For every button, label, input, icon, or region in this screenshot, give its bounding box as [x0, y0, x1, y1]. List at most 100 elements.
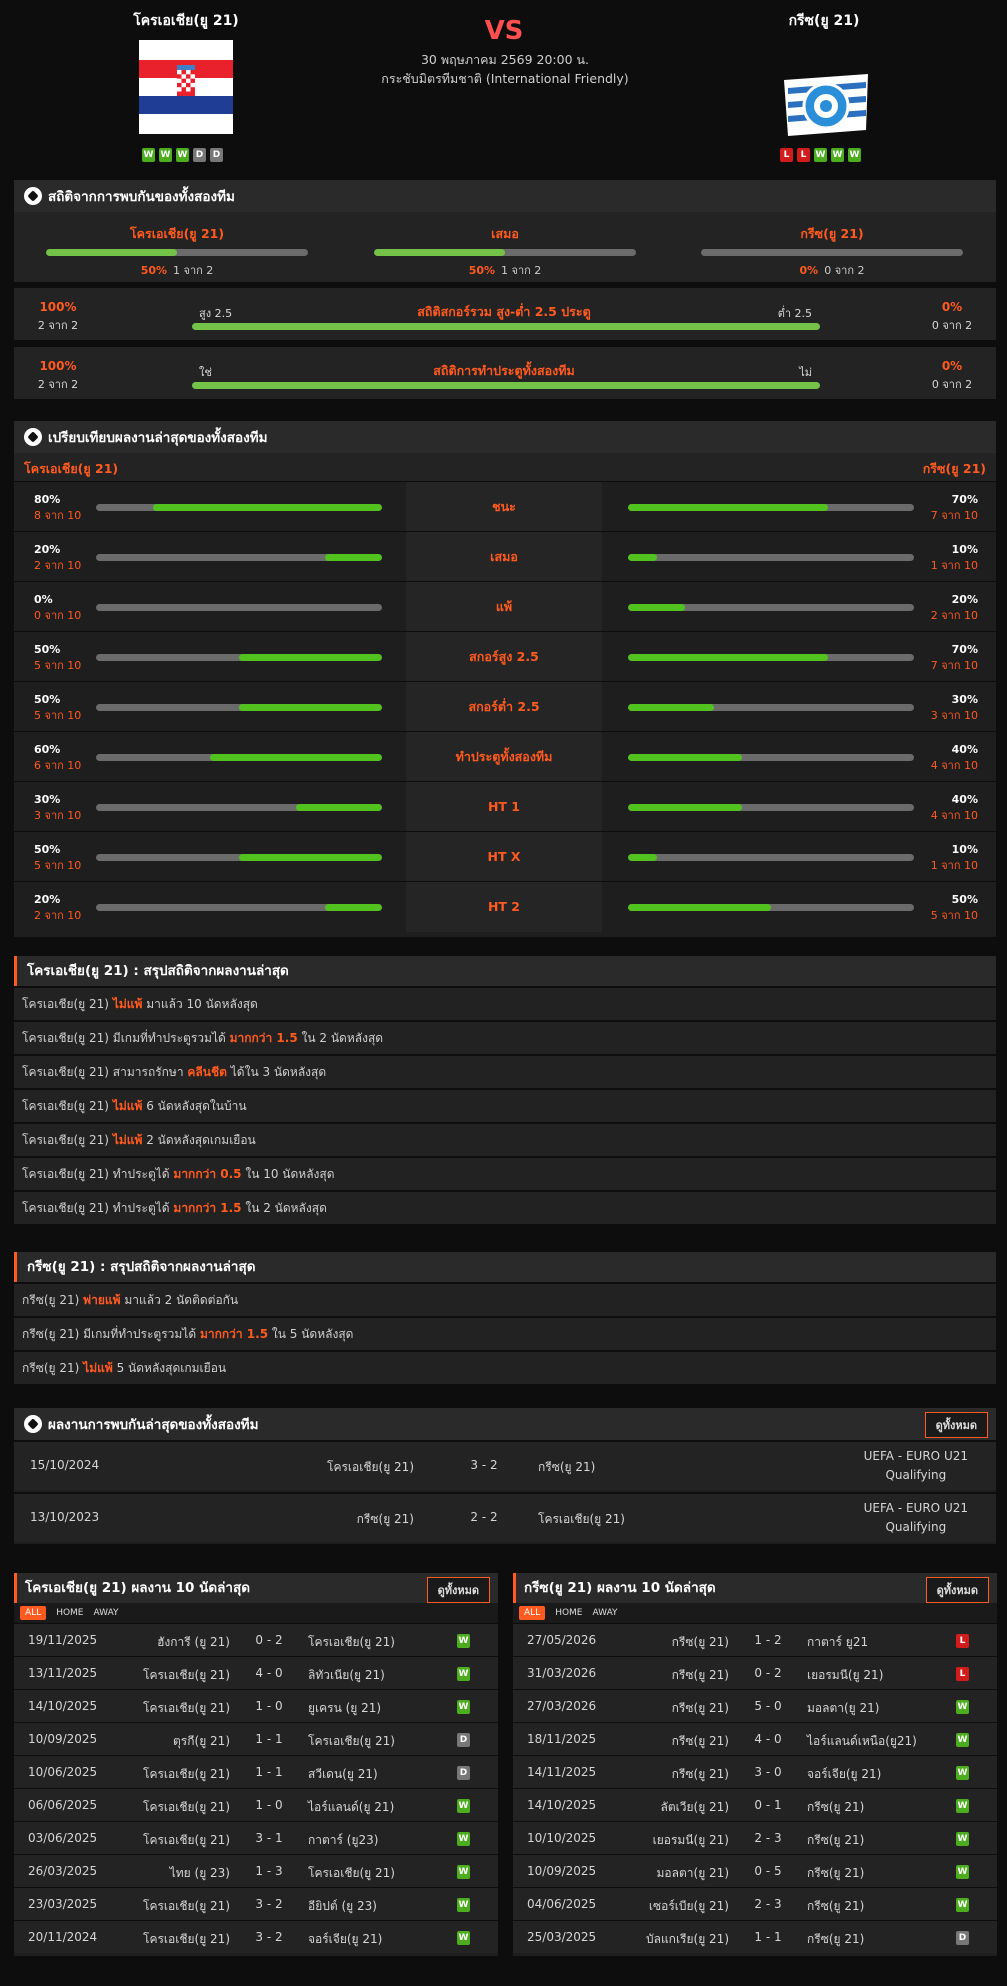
match-row[interactable]: 31/03/2026 กรีซ(ยู 21) 0 - 2 เยอรมนี(ยู 21)…: [513, 1656, 997, 1689]
h2h-competition-stage: Qualifying: [885, 1468, 947, 1482]
match-away-team: กรีซ(ยู 21): [807, 1932, 865, 1946]
tab-all[interactable]: ALL: [20, 1606, 47, 1620]
summary-highlight: มากกว่า 1.5: [173, 1201, 242, 1215]
form-badge: W: [142, 148, 155, 162]
h2h-away-count: 0 จาก 2: [824, 264, 865, 277]
match-row[interactable]: 10/09/2025 มอลตา(ยู 21) 0 - 5 กรีซ(ยู 21) W: [513, 1854, 997, 1887]
summary-text: กรีซ(ยู 21) มีเกมที่ทำประตูรวมได้: [22, 1327, 197, 1341]
form-badge: W: [814, 148, 827, 162]
home-recent-view-all-button[interactable]: ดูทั้งหมด: [426, 1577, 490, 1603]
compare-away-value: 10% 1 จาก 10: [931, 842, 978, 874]
summary-suffix: ใน 2 นัดหลังสุด: [301, 1031, 384, 1045]
summary-highlight: พ่ายแพ้: [83, 1293, 121, 1307]
match-row[interactable]: 27/03/2026 กรีซ(ยู 21) 5 - 0 มอลตา(ยู 21) W: [513, 1689, 997, 1722]
compare-home-count: 2 จาก 10: [34, 559, 82, 572]
match-away-team: โครเอเชีย(ยู 21): [308, 1866, 395, 1880]
compare-home-name: โครเอเชีย(ยู 21): [24, 461, 119, 476]
summary-suffix: ได้ใน 3 นัดหลังสุด: [230, 1065, 327, 1079]
summary-suffix: มาแล้ว 10 นัดหลังสุด: [146, 997, 258, 1011]
tab-home[interactable]: HOME: [56, 1608, 83, 1618]
compare-home-pct: 30%: [34, 793, 61, 806]
page: โครเอเชีย(ยู 21) WWWDD VS 30 พฤษภาคม 256…: [0, 0, 1007, 1986]
compare-team-names: โครเอเชีย(ยู 21) กรีซ(ยู 21): [14, 453, 996, 481]
result-badge: W: [956, 1865, 969, 1879]
form-badge: W: [159, 148, 172, 162]
match-away-team: จอร์เจีย(ยู 21): [308, 1932, 383, 1946]
match-row[interactable]: 26/03/2025 ไทย (ยู 23) 1 - 3 โครเอเชีย(ยู 2…: [14, 1854, 498, 1887]
match-row[interactable]: 04/06/2025 เซอร์เบีย(ยู 21) 2 - 3 กรีซ(ยู 2…: [513, 1887, 997, 1920]
match-away-team: โครเอเชีย(ยู 21): [308, 1734, 395, 1748]
match-row[interactable]: 10/09/2025 ตุรกี(ยู 21) 1 - 1 โครเอเชีย(ยู …: [14, 1722, 498, 1755]
match-row[interactable]: 27/05/2026 กรีซ(ยู 21) 1 - 2 กาตาร์ ยู21 L: [513, 1623, 997, 1656]
summary-text: โครเอเชีย(ยู 21): [22, 997, 109, 1011]
match-home-team: ลัตเวีย(ยู 21): [660, 1800, 730, 1814]
result-badge: W: [457, 1832, 470, 1846]
home-team-name[interactable]: โครเอเชีย(ยู 21): [86, 10, 286, 32]
tab-all[interactable]: ALL: [519, 1606, 546, 1620]
summary-row: โครเอเชีย(ยู 21) สามารถรักษา คลีนชีต ได้…: [14, 1054, 996, 1088]
compare-away-count: 7 จาก 10: [930, 509, 978, 522]
summary-row: กรีซ(ยู 21) พ่ายแพ้ มาแล้ว 2 นัดติดต่อกั…: [14, 1282, 996, 1316]
match-date: 27/05/2026: [527, 1633, 597, 1647]
match-score: 4 - 0: [754, 1732, 782, 1746]
match-home-team: ไทย (ยู 23): [169, 1866, 230, 1880]
h2h-away-win: กรีซ(ยู 21) 0% 0 จาก 2: [701, 224, 963, 279]
h2h-home-count: 1 จาก 2: [173, 264, 214, 277]
match-score: 3 - 2: [255, 1897, 283, 1911]
match-away-team: สวีเดน(ยู 21): [308, 1767, 378, 1781]
h2h-result-bars: โครเอเชีย(ยู 21) 50% 1 จาก 2 เสมอ 50% 1 จา…: [14, 212, 996, 282]
match-row[interactable]: 13/11/2025 โครเอเชีย(ยู 21) 4 - 0 ลิทัวเนีย…: [14, 1656, 498, 1689]
match-home-team: กรีซ(ยู 21): [671, 1767, 729, 1781]
compare-away-value: 50% 5 จาก 10: [931, 892, 978, 924]
h2h-draw-count: 1 จาก 2: [501, 264, 542, 277]
match-row[interactable]: 20/11/2024 โครเอเชีย(ยู 21) 3 - 2 จอร์เจีย(…: [14, 1920, 498, 1953]
match-date: 10/10/2025: [527, 1831, 597, 1845]
match-home-team: กรีซ(ยู 21): [671, 1635, 729, 1649]
compare-away-pct: 70%: [951, 643, 978, 656]
match-home-team: กรีซ(ยู 21): [671, 1668, 729, 1682]
result-badge: W: [457, 1865, 470, 1879]
match-row[interactable]: 14/11/2025 กรีซ(ยู 21) 3 - 0 จอร์เจีย(ยู 21…: [513, 1755, 997, 1788]
compare-home-count: 8 จาก 10: [34, 509, 82, 522]
h2h-result-row[interactable]: 15/10/2024 โครเอเชีย(ยู 21) 3 - 2 กรีซ(ยู 2…: [14, 1440, 996, 1490]
match-score: 1 - 2: [754, 1633, 782, 1647]
ou-left-count: 2 จาก 2: [37, 319, 79, 332]
compare-row: 0% 0 จาก 10 แพ้ 20% 2 จาก 10: [14, 581, 996, 632]
match-home-team: ฮังการี (ยู 21): [157, 1635, 230, 1649]
ou-bar: [192, 323, 820, 330]
match-date: 10/09/2025: [28, 1732, 98, 1746]
match-row[interactable]: 18/11/2025 กรีซ(ยู 21) 4 - 0 ไอร์แลนด์เหนือ…: [513, 1722, 997, 1755]
summary-suffix: มาแล้ว 2 นัดติดต่อกัน: [124, 1293, 239, 1307]
form-badge: D: [193, 148, 206, 162]
tab-away[interactable]: AWAY: [94, 1608, 119, 1618]
h2h-results-header: ผลงานการพบกันล่าสุดของทั้งสองทีม ดูทั้งห…: [14, 1408, 996, 1440]
match-away-team: กรีซ(ยู 21): [807, 1800, 865, 1814]
match-row[interactable]: 10/10/2025 เยอรมนี(ยู 21) 2 - 3 กรีซ(ยู 21)…: [513, 1821, 997, 1854]
summary-highlight: ไม่แพ้: [83, 1361, 113, 1375]
away-team-name[interactable]: กรีซ(ยู 21): [724, 10, 924, 32]
h2h-competition-name: UEFA - EURO U21: [863, 1449, 968, 1463]
h2h-home-pct: 50%: [140, 264, 168, 277]
match-row[interactable]: 10/06/2025 โครเอเชีย(ยู 21) 1 - 1 สวีเดน(ยู…: [14, 1755, 498, 1788]
compare-title: เปรียบเทียบผลงานล่าสุดของทั้งสองทีม: [48, 430, 268, 446]
match-score: 1 - 1: [255, 1732, 283, 1746]
h2h-view-all-button[interactable]: ดูทั้งหมด: [924, 1412, 988, 1438]
tab-away[interactable]: AWAY: [593, 1608, 618, 1618]
match-row[interactable]: 23/03/2025 โครเอเชีย(ยู 21) 3 - 2 อียิปต์ (…: [14, 1887, 498, 1920]
match-row[interactable]: 25/03/2025 บัลแกเรีย(ยู 21) 1 - 1 กรีซ(ยู 2…: [513, 1920, 997, 1953]
h2h-result-row[interactable]: 13/10/2023 กรีซ(ยู 21) 2 - 2 โครเอเชีย(ยู 2…: [14, 1492, 996, 1542]
btts-bar: [192, 382, 820, 389]
match-row[interactable]: 19/11/2025 ฮังการี (ยู 21) 0 - 2 โครเอเชีย(…: [14, 1623, 498, 1656]
match-row[interactable]: 03/06/2025 โครเอเชีย(ยู 21) 3 - 1 กาตาร์ (ย…: [14, 1821, 498, 1854]
compare-home-bar: [96, 754, 382, 761]
match-away-team: กรีซ(ยู 21): [807, 1899, 865, 1913]
summary-highlight: มากกว่า 1.5: [199, 1327, 269, 1341]
match-row[interactable]: 14/10/2025 ลัตเวีย(ยู 21) 0 - 1 กรีซ(ยู 21)…: [513, 1788, 997, 1821]
away-recent-view-all-button[interactable]: ดูทั้งหมด: [925, 1577, 989, 1603]
match-row[interactable]: 14/10/2025 โครเอเชีย(ยู 21) 1 - 0 ยูเครน (ย…: [14, 1689, 498, 1722]
summary-text: โครเอเชีย(ยู 21) สามารถรักษา: [22, 1065, 184, 1079]
match-date: 27/03/2026: [527, 1699, 597, 1713]
tab-home[interactable]: HOME: [555, 1608, 582, 1618]
match-header: โครเอเชีย(ยู 21) WWWDD VS 30 พฤษภาคม 256…: [0, 0, 1007, 175]
match-row[interactable]: 06/06/2025 โครเอเชีย(ยู 21) 1 - 0 ไอร์แลนด์…: [14, 1788, 498, 1821]
